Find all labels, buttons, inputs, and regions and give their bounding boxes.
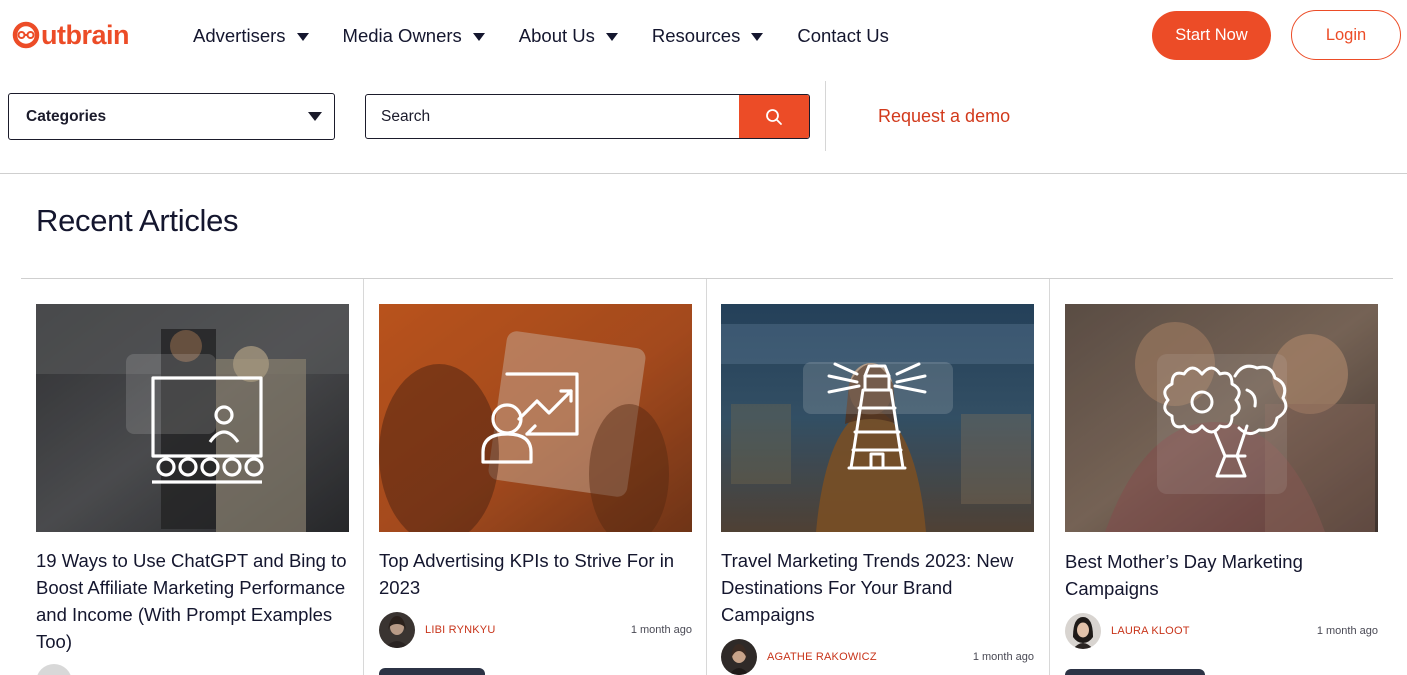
growth-chart-icon [481,372,579,464]
request-demo-link[interactable]: Request a demo [878,106,1010,127]
vertical-divider [825,81,826,151]
start-now-button[interactable]: Start Now [1152,11,1271,60]
card-divider [706,279,707,675]
avatar-photo [1065,613,1101,649]
chevron-down-icon [605,33,618,41]
logo-wordmark: utbrain [41,20,130,50]
published-time: 1 month ago [972,651,1034,663]
article-card[interactable]: Travel Marketing Trends 2023: New Destin… [721,279,1034,675]
top-navigation: utbrain Advertisers Media Owners About U… [0,0,1407,72]
login-button[interactable]: Login [1291,10,1401,60]
chevron-down-icon [751,33,764,41]
author-avatar[interactable] [1065,613,1101,649]
chevron-down-icon [308,112,322,121]
nav-media-owners[interactable]: Media Owners [343,22,485,50]
chevron-down-icon [472,33,485,41]
header-divider [0,173,1407,174]
card-divider [1049,279,1050,675]
avatar-photo [721,639,757,675]
nav-contact-us-label: Contact Us [797,25,889,46]
nav-advertisers[interactable]: Advertisers [193,22,309,50]
author-name[interactable]: AGATHE RAKOWICZ [767,651,877,663]
article-title[interactable]: Best Mother’s Day Marketing Campaigns [1065,548,1383,602]
published-time: 1 month ago [630,624,692,636]
chevron-down-icon [296,33,309,41]
flower-bouquet-icon [1163,364,1288,478]
read-more-button[interactable] [379,668,485,675]
card-divider [363,279,364,675]
nav-resources-label: Resources [651,25,741,46]
avatar-photo [379,612,415,648]
nav-about-us-label: About Us [518,25,595,46]
outbrain-logo-icon [12,21,40,49]
article-thumbnail[interactable] [379,304,692,532]
nav-resources[interactable]: Resources [651,22,764,50]
main-menu: Advertisers Media Owners About Us Resour… [193,22,923,50]
article-card[interactable]: 19 Ways to Use ChatGPT and Bing to Boost… [36,279,354,675]
search-icon [766,108,782,125]
categories-dropdown[interactable]: Categories [8,93,335,140]
author-avatar[interactable] [721,639,757,675]
author-avatar[interactable] [36,664,72,675]
article-thumbnail[interactable] [1065,304,1378,532]
published-time: 1 month ago [1316,625,1378,637]
search-button[interactable] [739,95,809,138]
read-more-button[interactable] [1065,669,1205,675]
nav-contact-us[interactable]: Contact Us [797,22,889,50]
article-title[interactable]: Travel Marketing Trends 2023: New Destin… [721,547,1039,628]
author-name[interactable]: LIBI RYNKYU [425,624,495,636]
article-title[interactable]: Top Advertising KPIs to Strive For in 20… [379,547,697,601]
nav-about-us[interactable]: About Us [519,22,618,50]
nav-advertisers-label: Advertisers [193,25,286,46]
search-input[interactable] [366,95,739,138]
author-row: LIBI RYNKYU 1 month ago [379,612,692,648]
lighthouse-icon [827,362,927,470]
article-thumbnail[interactable] [36,304,349,532]
author-avatar[interactable] [379,612,415,648]
categories-dropdown-label: Categories [26,107,107,125]
section-title: Recent Articles [36,203,239,238]
author-row: AGATHE RAKOWICZ 1 month ago [721,639,1034,675]
author-name[interactable]: LAURA KLOOT [1111,625,1190,637]
article-card[interactable]: Top Advertising KPIs to Strive For in 20… [379,279,692,675]
author-row: LAURA KLOOT 1 month ago [1065,613,1378,649]
search-bar [365,94,810,139]
outbrain-logo[interactable]: utbrain [12,18,130,52]
article-thumbnail[interactable] [721,304,1034,532]
nav-media-owners-label: Media Owners [342,25,462,46]
article-title[interactable]: 19 Ways to Use ChatGPT and Bing to Boost… [36,547,354,655]
presentation-icon [151,376,264,484]
article-card[interactable]: Best Mother’s Day Marketing Campaigns LA… [1065,279,1378,675]
